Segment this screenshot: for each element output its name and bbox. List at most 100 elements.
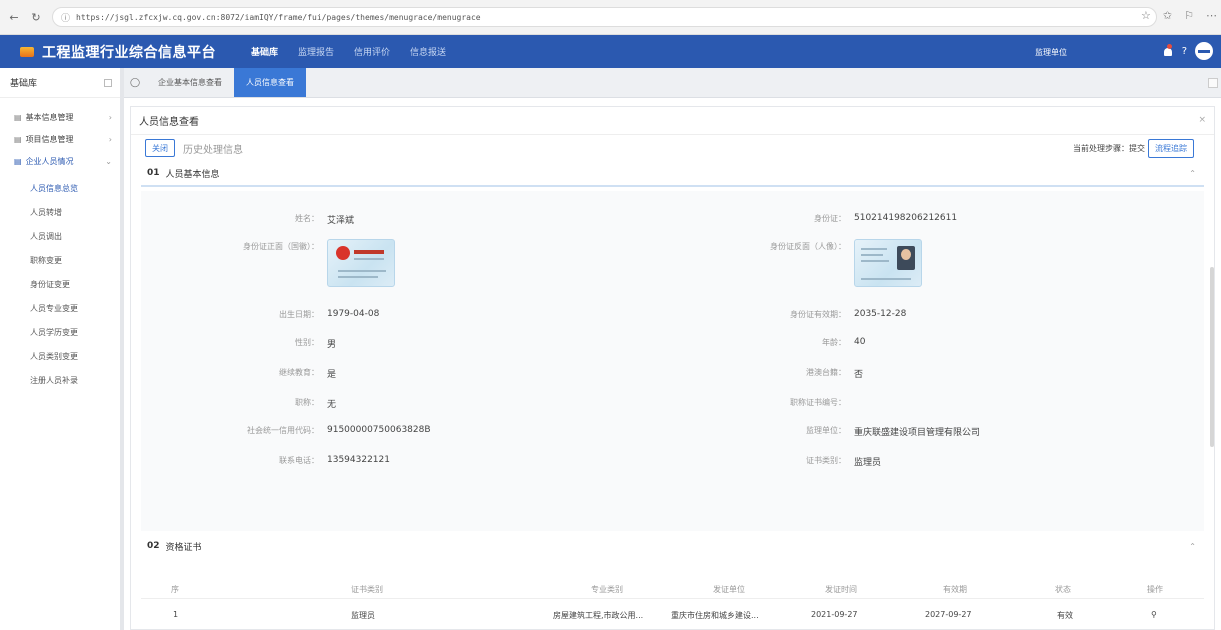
field-label: 身份证有效期： xyxy=(790,310,846,319)
sidebar-item-staff-transfer-out[interactable]: 人员调出 xyxy=(0,224,120,248)
field-label: 身份证： xyxy=(814,214,846,223)
continuing-education-value: 是 xyxy=(327,370,337,380)
header-icons: ? xyxy=(1162,42,1213,60)
info-row: 联系电话： 13594322121 证书类别： 监理员 xyxy=(141,455,1204,469)
table-cell: 2027-09-27 xyxy=(925,610,972,619)
info-row: 姓名： 艾泽斌 身份证： 510214198206212611 xyxy=(141,213,1204,227)
app-title: 工程监理行业综合信息平台 xyxy=(42,44,216,61)
sidebar-title: 基础库 xyxy=(10,79,38,89)
sidebar-item-education-change[interactable]: 人员学历变更 xyxy=(0,320,120,344)
history-info-link[interactable]: 历史处理信息 xyxy=(183,141,243,156)
favorites-icon[interactable]: ✩ xyxy=(1163,9,1172,22)
section-number: 02 xyxy=(147,541,160,551)
app-header: 工程监理行业综合信息平台 基础库 监理报告 信用评价 信息报送 监理单位 ? xyxy=(0,35,1221,68)
help-icon[interactable]: ? xyxy=(1182,46,1187,57)
column-header: 证书类别 xyxy=(351,585,383,594)
sidebar-group-project-info[interactable]: ▤ 项目信息管理 › xyxy=(0,128,120,150)
credit-code-value: 91500000750063828B xyxy=(327,425,431,435)
chevron-down-icon: ⌄ xyxy=(105,156,112,166)
nav-basic-library[interactable]: 基础库 xyxy=(251,45,278,58)
sidebar-item-id-change[interactable]: 身份证变更 xyxy=(0,272,120,296)
tab-company-info[interactable]: 企业基本信息查看 xyxy=(146,68,234,97)
id-card-front-image[interactable] xyxy=(327,239,395,287)
field-label: 职称： xyxy=(295,398,319,407)
table-cell: 2021-09-27 xyxy=(811,610,858,619)
list-icon: ▤ xyxy=(14,112,22,122)
reload-icon[interactable]: ↻ xyxy=(28,9,44,25)
field-label: 港澳台籍： xyxy=(806,368,846,377)
column-header: 有效期 xyxy=(943,585,967,594)
id-card-line xyxy=(861,278,911,280)
collapse-icon[interactable]: ⌃ xyxy=(1189,169,1196,178)
nav-supervision-report[interactable]: 监理报告 xyxy=(298,45,334,58)
column-header: 状态 xyxy=(1055,585,1071,594)
current-unit[interactable]: 监理单位 xyxy=(1035,47,1067,58)
supervision-unit-value: 重庆联盛建设项目管理有限公司 xyxy=(854,428,981,438)
section-basic-info-header[interactable]: 01 人员基本信息 ⌃ xyxy=(141,161,1204,187)
section-title: 人员基本信息 xyxy=(165,169,220,180)
close-button[interactable]: 关闭 xyxy=(145,139,175,157)
name-value: 艾泽斌 xyxy=(327,216,355,226)
sidebar-group-staff[interactable]: ▤ 企业人员情况 ⌄ xyxy=(0,150,120,172)
certificate-table-header: 序 证书类别 专业类别 发证单位 发证时间 有效期 状态 操作 xyxy=(141,579,1204,599)
field-label: 身份证反面（人像）： xyxy=(770,242,846,251)
table-cell: 监理员 xyxy=(351,611,375,620)
table-cell: 重庆市住房和城乡建设... xyxy=(671,611,759,620)
column-header: 发证时间 xyxy=(825,585,857,594)
notification-bell-icon[interactable] xyxy=(1162,44,1174,58)
field-label: 年龄： xyxy=(822,338,846,347)
sidebar-group-label: 企业人员情况 xyxy=(25,156,74,166)
phone-value: 13594322121 xyxy=(327,455,390,465)
info-row: 性别： 男 年龄： 40 xyxy=(141,337,1204,351)
id-expiry-value: 2035-12-28 xyxy=(854,309,907,319)
basic-info-panel: 姓名： 艾泽斌 身份证： 510214198206212611 身份证正面（国徽… xyxy=(141,191,1204,531)
sidebar-group-label: 项目信息管理 xyxy=(25,134,74,144)
nav-info-submission[interactable]: 信息报送 xyxy=(410,45,446,58)
view-icon[interactable]: ⚲ xyxy=(1151,610,1157,619)
more-icon[interactable]: ⋯ xyxy=(1206,9,1217,22)
list-icon: ▤ xyxy=(14,134,22,144)
sidebar-item-staff-transfer-in[interactable]: 人员转增 xyxy=(0,200,120,224)
title-value: 无 xyxy=(327,400,337,410)
home-tab-icon[interactable]: ◯ xyxy=(124,68,146,97)
table-cell: 房屋建筑工程,市政公用... xyxy=(553,611,644,620)
id-card-back-image[interactable] xyxy=(854,239,922,287)
vertical-scrollbar[interactable] xyxy=(1210,267,1214,447)
nav-credit-evaluation[interactable]: 信用评价 xyxy=(354,45,390,58)
sidebar-group-label: 基本信息管理 xyxy=(25,112,74,122)
sidebar-item-specialty-change[interactable]: 人员专业变更 xyxy=(0,296,120,320)
collapse-icon[interactable]: ⌃ xyxy=(1189,542,1196,551)
section-number: 01 xyxy=(147,168,160,178)
address-bar[interactable]: ⓘ https://jsgl.zfcxjw.cq.gov.cn:8072/iam… xyxy=(52,7,1157,27)
sidebar-group-basic-info[interactable]: ▤ 基本信息管理 › xyxy=(0,106,120,128)
flow-trace-button[interactable]: 流程追踪 xyxy=(1148,139,1194,158)
tab-staff-info[interactable]: 人员信息查看 xyxy=(234,68,306,97)
national-emblem-icon xyxy=(336,246,350,260)
close-icon[interactable]: × xyxy=(1198,115,1206,125)
info-icon: ⓘ xyxy=(61,13,71,24)
id-card-line xyxy=(861,248,887,250)
field-label: 证书类别： xyxy=(806,456,846,465)
sidebar-collapse-icon[interactable] xyxy=(104,78,112,87)
field-label: 继续教育： xyxy=(279,368,319,377)
id-card-line xyxy=(861,254,883,256)
column-header: 操作 xyxy=(1147,585,1163,594)
section-certificates-header[interactable]: 02 资格证书 ⌃ xyxy=(141,533,1204,559)
age-value: 40 xyxy=(854,337,866,347)
url-text: https://jsgl.zfcxjw.cq.gov.cn:8072/iamIQ… xyxy=(76,12,481,22)
user-avatar-icon[interactable] xyxy=(1195,42,1213,60)
certificate-section: 02 资格证书 ⌃ 序 证书类别 专业类别 发证单位 发证时间 有效期 状态 操… xyxy=(131,533,1214,620)
sidebar-item-category-change[interactable]: 人员类别变更 xyxy=(0,344,120,368)
star-icon[interactable]: ☆ xyxy=(1141,9,1151,22)
tab-scroll-icon[interactable] xyxy=(1208,78,1218,88)
id-number-value: 510214198206212611 xyxy=(854,213,958,223)
field-label: 性别： xyxy=(295,338,319,347)
sidebar-item-staff-overview[interactable]: 人员信息总览 xyxy=(0,176,120,200)
extension-icon[interactable]: ⚐ xyxy=(1184,9,1194,22)
id-card-line xyxy=(338,276,378,278)
back-icon[interactable]: ← xyxy=(6,9,22,25)
sidebar-item-registered-supplement[interactable]: 注册人员补录 xyxy=(0,368,120,392)
sidebar-item-title-change[interactable]: 职称变更 xyxy=(0,248,120,272)
list-icon: ▤ xyxy=(14,156,22,166)
info-row: 职称： 无 职称证书编号： xyxy=(141,397,1204,411)
